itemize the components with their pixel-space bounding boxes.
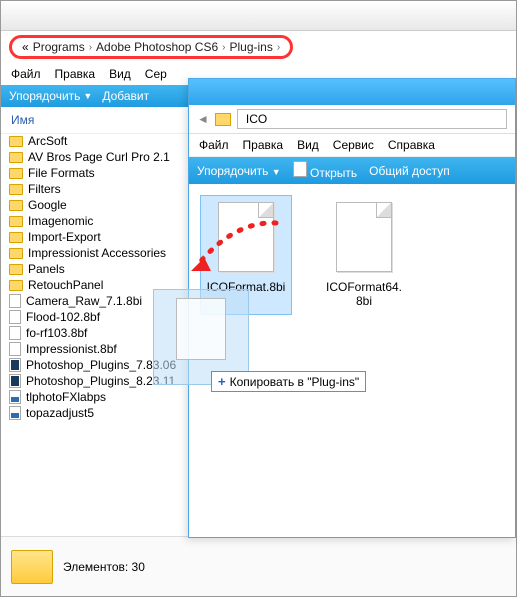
chevron-down-icon: ▼ xyxy=(83,91,92,101)
window2-address-bar[interactable]: ◄ ICO xyxy=(189,105,515,134)
folder-icon xyxy=(9,216,23,227)
menu-edit[interactable]: Правка xyxy=(243,138,284,152)
window2-menubar: Файл Правка Вид Сервис Справка xyxy=(189,134,515,157)
list-item[interactable]: Imagenomic xyxy=(5,213,182,229)
drag-tooltip: + Копировать в "Plug-ins" xyxy=(211,371,366,392)
file-item[interactable]: ICOFormat64.8bi xyxy=(319,196,409,314)
open-button[interactable]: Открыть xyxy=(293,161,357,180)
menu-edit[interactable]: Правка xyxy=(55,67,96,81)
list-item-label: AV Bros Page Curl Pro 2.1 xyxy=(28,150,170,164)
chevron-right-icon: › xyxy=(277,42,280,53)
list-item[interactable]: tlphotoFXlabps xyxy=(5,389,182,405)
list-item-label: Panels xyxy=(28,262,65,276)
folder-icon xyxy=(9,264,23,275)
file-label: ICOFormat64.8bi xyxy=(319,278,409,314)
share-button[interactable]: Общий доступ xyxy=(369,164,450,178)
list-item-label: File Formats xyxy=(28,166,95,180)
plus-icon: + xyxy=(218,374,226,389)
folder-icon xyxy=(9,168,23,179)
back-button[interactable]: ◄ xyxy=(197,112,209,126)
chevron-left-icon: « xyxy=(22,40,29,54)
file-icon xyxy=(218,202,274,272)
menu-service[interactable]: Сервис xyxy=(333,138,374,152)
list-item-label: RetouchPanel xyxy=(28,278,103,292)
photoshop-icon xyxy=(9,374,21,388)
folder-icon xyxy=(9,280,23,291)
menu-file[interactable]: Файл xyxy=(199,138,229,152)
folder-icon xyxy=(215,113,231,126)
menu-file[interactable]: Файл xyxy=(11,67,41,81)
folder-icon xyxy=(9,232,23,243)
address-bar: « Programs › Adobe Photoshop CS6 › Plug-… xyxy=(1,31,516,63)
window2-toolbar: Упорядочить ▼ Открыть Общий доступ xyxy=(189,157,515,184)
list-item[interactable]: Google xyxy=(5,197,182,213)
list-item-label: Import-Export xyxy=(28,230,101,244)
list-item[interactable]: File Formats xyxy=(5,165,182,181)
file-icon xyxy=(9,310,21,324)
add-button[interactable]: Добавит xyxy=(102,89,149,103)
file-icon xyxy=(9,326,21,340)
list-item-label: Impressionist Accessories xyxy=(28,246,166,260)
organize-button[interactable]: Упорядочить ▼ xyxy=(9,89,92,103)
list-item-label: Impressionist.8bf xyxy=(26,342,117,356)
breadcrumb-item[interactable]: Programs xyxy=(33,40,85,54)
status-bar: Элементов: 30 xyxy=(1,536,516,596)
list-item-label: Filters xyxy=(28,182,61,196)
folder-icon xyxy=(9,136,23,147)
folder-icon xyxy=(9,152,23,163)
application-icon xyxy=(9,406,21,420)
drag-tooltip-text: Копировать в "Plug-ins" xyxy=(230,375,360,389)
window2-titlebar[interactable] xyxy=(189,79,515,105)
items-count-value: 30 xyxy=(132,560,145,574)
list-item-label: Flood-102.8bf xyxy=(26,310,100,324)
list-item-label: Google xyxy=(28,198,67,212)
chevron-right-icon: › xyxy=(89,42,92,53)
menu-view[interactable]: Вид xyxy=(109,67,131,81)
list-item[interactable]: ArcSoft xyxy=(5,133,182,149)
photoshop-icon xyxy=(9,358,21,372)
application-icon xyxy=(9,390,21,404)
breadcrumb[interactable]: « Programs › Adobe Photoshop CS6 › Plug-… xyxy=(9,35,293,59)
list-item-label: ArcSoft xyxy=(28,134,67,148)
file-icon xyxy=(176,298,226,360)
list-item-label: tlphotoFXlabps xyxy=(26,390,106,404)
file-icon xyxy=(9,342,21,356)
file-icon xyxy=(9,294,21,308)
breadcrumb-item[interactable]: Plug-ins xyxy=(229,40,272,54)
file-icon xyxy=(336,202,392,272)
chevron-down-icon: ▼ xyxy=(272,167,281,177)
folder-icon xyxy=(11,550,53,584)
organize-button[interactable]: Упорядочить ▼ xyxy=(197,164,281,178)
folder-icon xyxy=(9,184,23,195)
list-item[interactable]: Panels xyxy=(5,261,182,277)
list-item-label: Camera_Raw_7.1.8bi xyxy=(26,294,142,308)
chevron-right-icon: › xyxy=(222,42,225,53)
list-item-label: topazadjust5 xyxy=(26,406,94,420)
address-text[interactable]: ICO xyxy=(237,109,507,129)
file-icon xyxy=(293,161,307,177)
menu-service[interactable]: Сер xyxy=(145,67,167,81)
list-item[interactable]: Impressionist Accessories xyxy=(5,245,182,261)
list-item[interactable]: AV Bros Page Curl Pro 2.1 xyxy=(5,149,182,165)
items-count-label: Элементов: xyxy=(63,560,128,574)
breadcrumb-item[interactable]: Adobe Photoshop CS6 xyxy=(96,40,218,54)
menu-view[interactable]: Вид xyxy=(297,138,319,152)
list-item[interactable]: topazadjust5 xyxy=(5,405,182,421)
list-item[interactable]: Filters xyxy=(5,181,182,197)
folder-icon xyxy=(9,200,23,211)
list-item-label: fo-rf103.8bf xyxy=(26,326,87,340)
list-item[interactable]: Import-Export xyxy=(5,229,182,245)
list-item-label: Imagenomic xyxy=(28,214,93,228)
menu-help[interactable]: Справка xyxy=(388,138,435,152)
folder-icon xyxy=(9,248,23,259)
window1-titlebar xyxy=(1,1,516,31)
